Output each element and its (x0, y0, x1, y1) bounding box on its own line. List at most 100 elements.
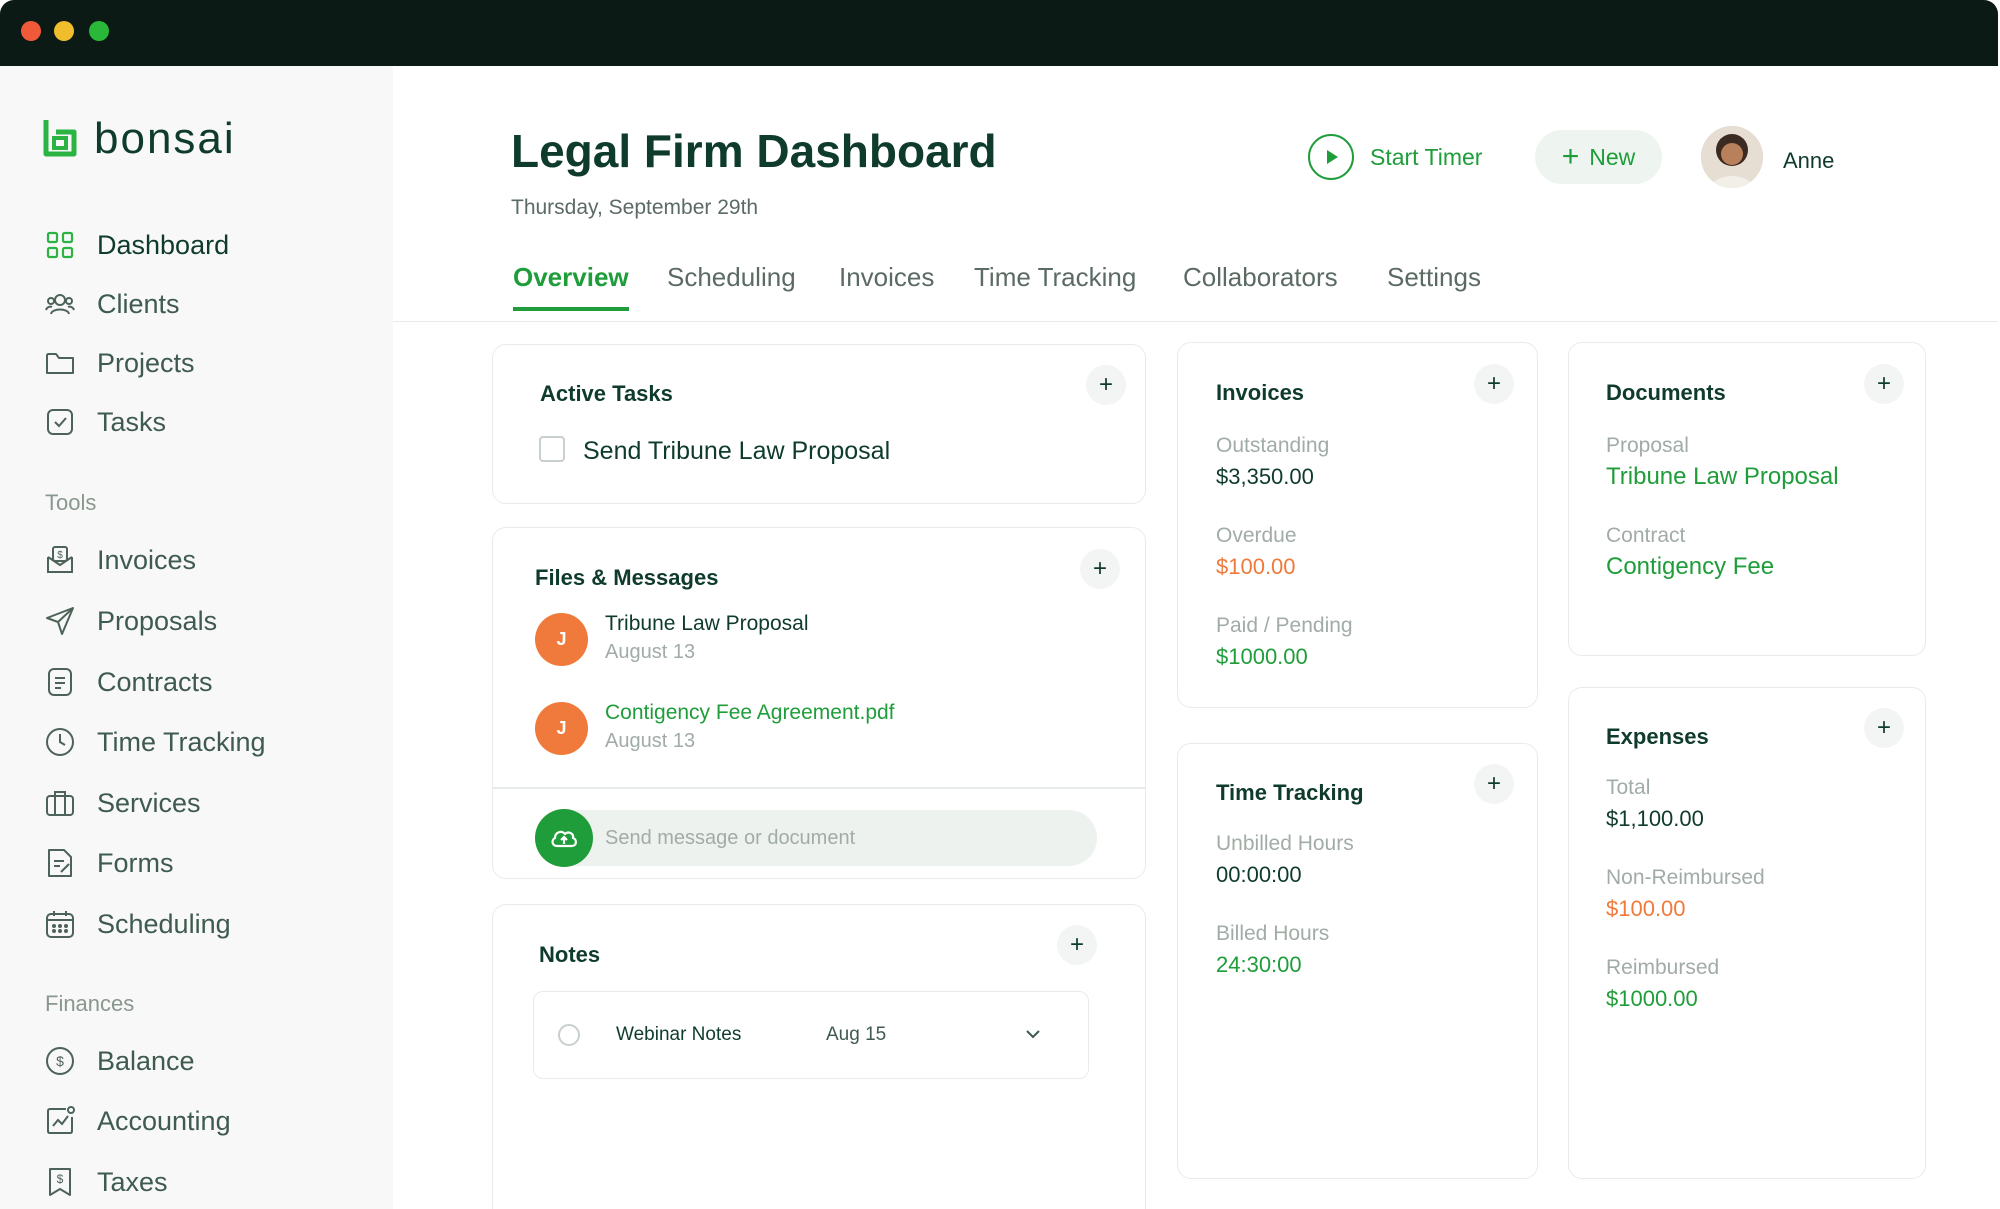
tab-collaborators[interactable]: Collaborators (1183, 262, 1338, 311)
message-input[interactable] (535, 810, 1097, 866)
card-title: Notes (539, 942, 601, 967)
task-checkbox[interactable] (539, 436, 565, 462)
overdue-value: $100.00 (1216, 554, 1296, 579)
calendar-icon (46, 911, 74, 938)
user-avatar-image (1701, 126, 1763, 188)
file-date: August 13 (605, 641, 696, 663)
sidebar-item-label: Proposals (97, 605, 218, 636)
folder-icon (46, 353, 74, 374)
sidebar-item-taxes[interactable]: $ Taxes (44, 1162, 168, 1202)
note-row[interactable]: Webinar Notes Aug 15 (533, 991, 1089, 1079)
new-button[interactable]: + New (1535, 130, 1662, 184)
plus-icon: + (1561, 140, 1580, 173)
sidebar-item-label: Tasks (97, 406, 167, 437)
add-invoice-button[interactable]: + (1474, 364, 1514, 404)
user-avatar[interactable] (1701, 126, 1763, 188)
sidebar-item-proposals[interactable]: Proposals (44, 601, 217, 641)
sidebar-item-services[interactable]: Services (44, 783, 201, 823)
reimbursed-label: Reimbursed (1606, 956, 1720, 979)
sidebar-item-forms[interactable]: Forms (44, 843, 174, 883)
invoice-icon: $ (47, 546, 73, 573)
add-expense-button[interactable]: + (1864, 708, 1904, 748)
page-title: Legal Firm Dashboard (511, 125, 997, 177)
total-value: $1,100.00 (1606, 806, 1704, 831)
sidebar-item-invoices[interactable]: $ Invoices (44, 540, 196, 580)
files-messages-card: Files & Messages + J Tribune Law Proposa… (492, 527, 1146, 879)
card-title: Documents (1606, 380, 1726, 405)
chevron-down-icon[interactable] (1025, 1028, 1041, 1040)
add-time-entry-button[interactable]: + (1474, 764, 1514, 804)
sidebar-item-label: Scheduling (97, 908, 231, 939)
tax-icon: $ (49, 1168, 71, 1196)
active-tasks-card: Active Tasks + Send Tribune Law Proposal (492, 344, 1146, 504)
start-timer-label: Start Timer (1370, 143, 1483, 170)
card-title: Files & Messages (535, 565, 719, 590)
file-author-avatar: J (535, 613, 588, 666)
sidebar-item-balance[interactable]: $ Balance (44, 1041, 195, 1081)
non-reimbursed-label: Non-Reimbursed (1606, 866, 1765, 889)
add-note-button[interactable]: + (1057, 925, 1097, 965)
billed-hours-value: 24:30:00 (1216, 952, 1302, 977)
add-document-button[interactable]: + (1864, 364, 1904, 404)
close-window-button[interactable] (21, 21, 41, 41)
file-name[interactable]: Tribune Law Proposal (605, 612, 809, 636)
contract-label: Contract (1606, 524, 1686, 547)
start-timer-button[interactable]: Start Timer (1308, 134, 1482, 180)
minimize-window-button[interactable] (54, 21, 74, 41)
tab-invoices[interactable]: Invoices (839, 262, 934, 311)
sidebar-item-label: Time Tracking (97, 726, 266, 757)
sidebar-item-tasks[interactable]: Tasks (44, 402, 166, 442)
tab-scheduling[interactable]: Scheduling (667, 262, 796, 311)
sidebar-item-label: Dashboard (97, 229, 230, 260)
paid-pending-value: $1000.00 (1216, 644, 1308, 669)
cloud-upload-icon (551, 830, 577, 848)
bonsai-logo-icon (43, 120, 77, 157)
add-file-button[interactable]: + (1080, 549, 1120, 589)
note-radio[interactable] (558, 1024, 580, 1046)
svg-text:$: $ (57, 550, 63, 561)
sidebar: bonsai Dashboard Clients Projects Tasks … (0, 66, 393, 1209)
file-date: August 13 (605, 730, 696, 752)
tab-time-tracking[interactable]: Time Tracking (974, 262, 1136, 311)
brand-name: bonsai (94, 114, 236, 163)
contract-link[interactable]: Contigency Fee (1606, 553, 1774, 581)
sidebar-item-accounting[interactable]: Accounting (44, 1101, 231, 1141)
finances-section-title: Finances (45, 991, 135, 1016)
sidebar-item-label: Forms (97, 847, 174, 878)
tab-settings[interactable]: Settings (1387, 262, 1481, 311)
sidebar-item-scheduling[interactable]: Scheduling (44, 904, 231, 944)
tools-section-title: Tools (45, 490, 97, 515)
sidebar-item-label: Clients (97, 288, 180, 319)
unbilled-hours-label: Unbilled Hours (1216, 832, 1354, 855)
outstanding-label: Outstanding (1216, 434, 1330, 457)
billed-hours-label: Billed Hours (1216, 922, 1330, 945)
grid-icon (46, 231, 74, 259)
dollar-circle-icon: $ (46, 1047, 74, 1075)
svg-text:$: $ (56, 1053, 64, 1069)
form-icon (48, 849, 72, 877)
expenses-card: Expenses + Total $1,100.00 Non-Reimburse… (1568, 687, 1926, 1179)
outstanding-value: $3,350.00 (1216, 464, 1314, 489)
maximize-window-button[interactable] (89, 21, 109, 41)
document-icon (48, 668, 72, 696)
sidebar-item-label: Balance (97, 1045, 195, 1076)
file-name[interactable]: Contigency Fee Agreement.pdf (605, 701, 895, 725)
brand-logo[interactable]: bonsai (38, 114, 236, 164)
send-icon (46, 607, 74, 635)
sidebar-item-label: Services (97, 787, 201, 818)
upload-button[interactable] (535, 809, 593, 867)
tab-overview[interactable]: Overview (513, 262, 629, 311)
card-title: Expenses (1606, 724, 1709, 749)
proposal-link[interactable]: Tribune Law Proposal (1606, 463, 1839, 491)
sidebar-item-time-tracking[interactable]: Time Tracking (44, 722, 266, 762)
sidebar-item-clients[interactable]: Clients (44, 284, 180, 324)
user-name: Anne (1783, 148, 1835, 173)
note-date: Aug 15 (826, 1024, 887, 1045)
svg-text:$: $ (57, 1172, 64, 1186)
tab-bar: Overview Scheduling Invoices Time Tracki… (393, 262, 1998, 322)
sidebar-item-projects[interactable]: Projects (44, 343, 195, 383)
sidebar-item-label: Invoices (97, 544, 197, 575)
add-task-button[interactable]: + (1086, 365, 1126, 405)
sidebar-item-dashboard[interactable]: Dashboard (44, 225, 229, 265)
sidebar-item-contracts[interactable]: Contracts (44, 662, 213, 702)
